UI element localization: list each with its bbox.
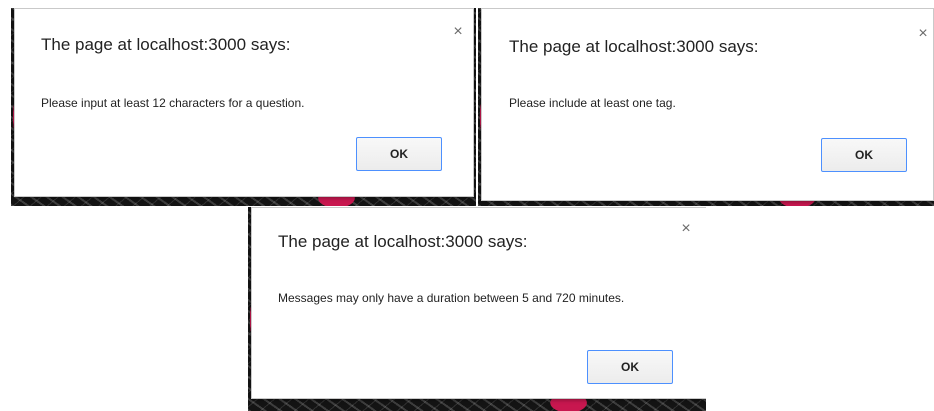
screenshot-2: The page at localhost:3000 says: × Pleas…: [478, 8, 934, 206]
ok-button[interactable]: OK: [821, 138, 907, 172]
alert-dialog-3: The page at localhost:3000 says: × Messa…: [251, 207, 706, 399]
dialog-title: The page at localhost:3000 says:: [278, 232, 528, 251]
dialog-title: The page at localhost:3000 says:: [41, 35, 291, 54]
screenshot-1: The page at localhost:3000 says: × Pleas…: [11, 8, 476, 206]
ok-button[interactable]: OK: [356, 137, 442, 171]
screenshot-3: The page at localhost:3000 says: × Messa…: [248, 207, 706, 411]
dialog-title: The page at localhost:3000 says:: [509, 37, 759, 56]
dialog-message: Please input at least 12 characters for …: [41, 96, 305, 110]
close-icon[interactable]: ×: [679, 221, 693, 237]
ok-button[interactable]: OK: [587, 350, 673, 384]
alert-dialog-2: The page at localhost:3000 says: × Pleas…: [481, 8, 934, 201]
close-icon[interactable]: ×: [916, 26, 930, 42]
alert-dialog-1: The page at localhost:3000 says: × Pleas…: [14, 8, 474, 197]
dialog-message: Please include at least one tag.: [509, 96, 676, 110]
close-icon[interactable]: ×: [451, 24, 465, 40]
dialog-message: Messages may only have a duration betwee…: [278, 291, 625, 305]
